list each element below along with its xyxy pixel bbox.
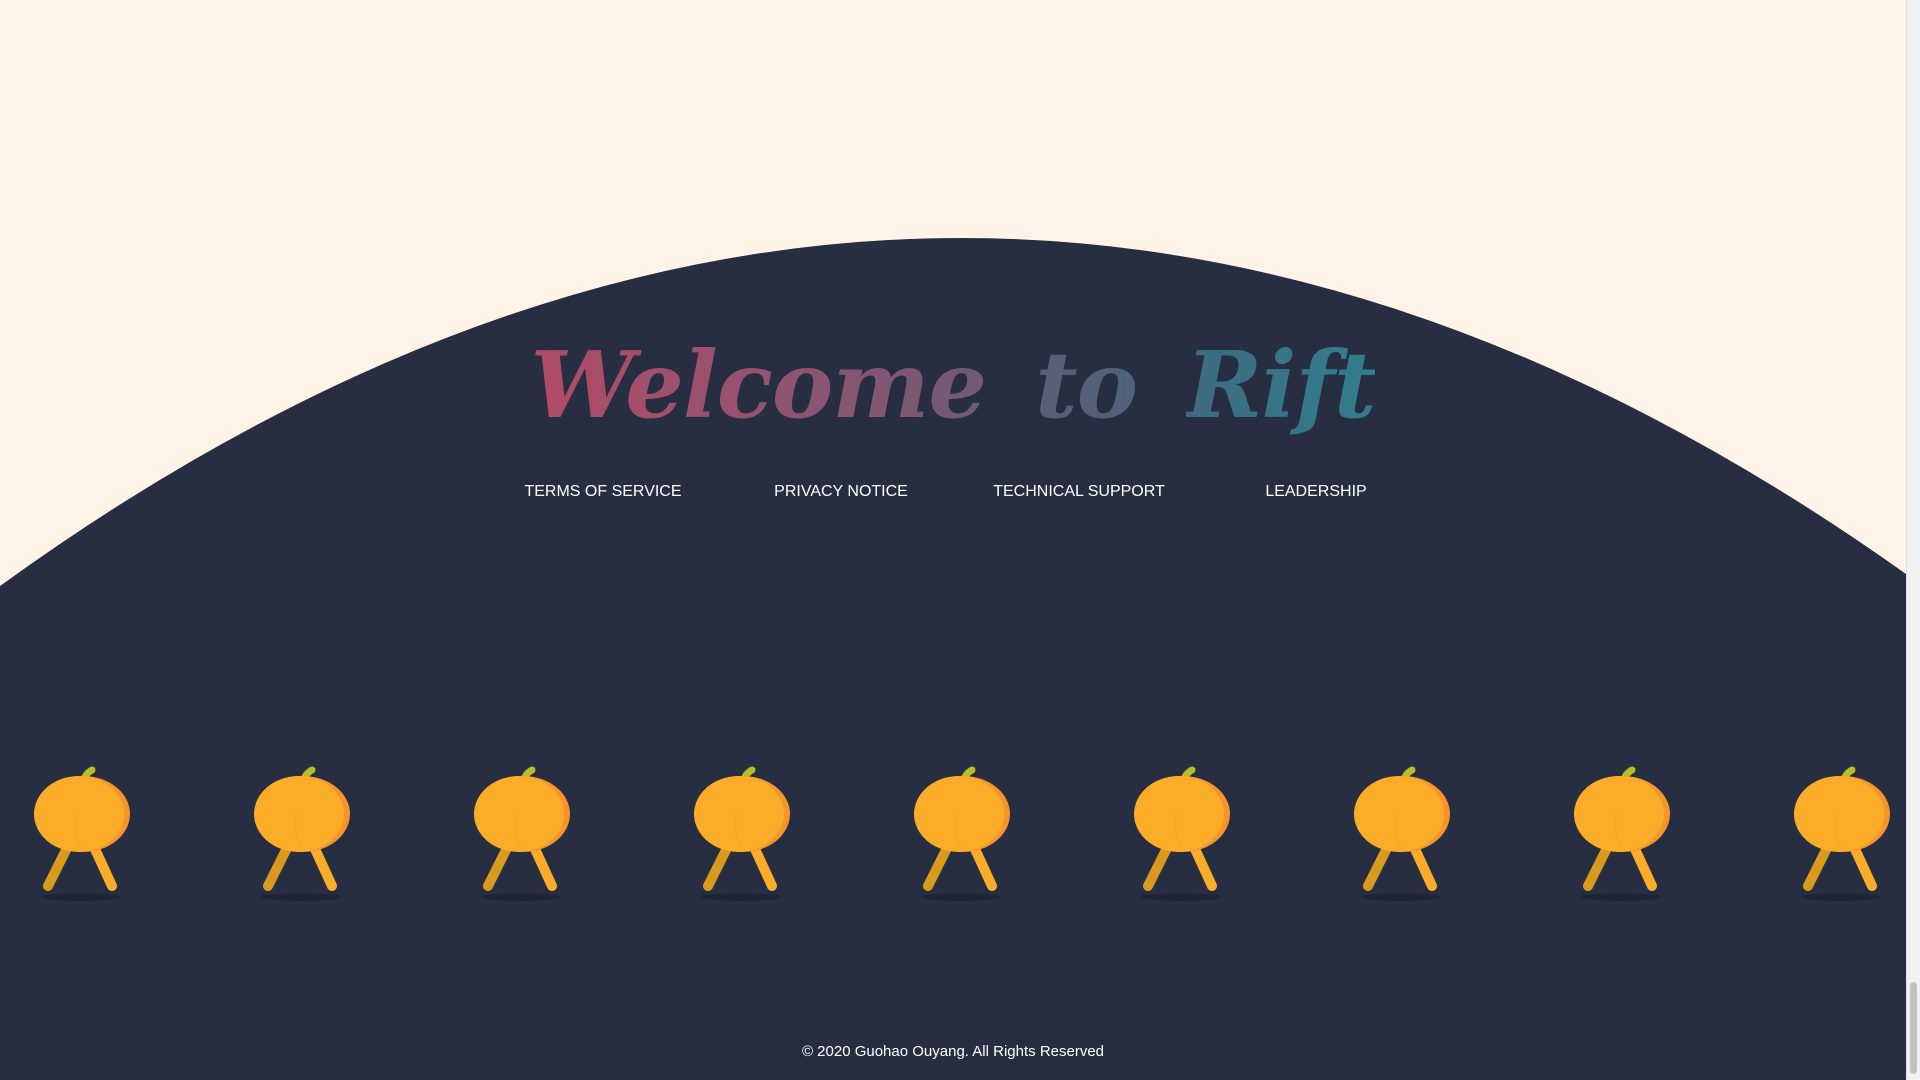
- terms-of-service-link[interactable]: TERMS OF SERVICE: [524, 483, 681, 501]
- pumpkin-icon: [466, 762, 576, 902]
- pumpkin-icon: [26, 762, 136, 902]
- leadership-link[interactable]: LEADERSHIP: [1265, 483, 1366, 501]
- pumpkin-row: [0, 762, 1906, 902]
- scrollbar-thumb[interactable]: [1910, 982, 1917, 1074]
- pumpkin-icon: [1346, 762, 1456, 902]
- pumpkin-icon: [1126, 762, 1236, 902]
- copyright-text: © 2020 Guohao Ouyang. All Rights Reserve…: [801, 1043, 1105, 1060]
- title-word-rift: Rift: [1186, 331, 1376, 439]
- technical-support-link[interactable]: TECHNICAL SUPPORT: [993, 483, 1165, 501]
- vertical-scrollbar[interactable]: [1906, 0, 1920, 1080]
- title-word-welcome: Welcome: [530, 331, 988, 439]
- pumpkin-icon: [1786, 762, 1896, 902]
- pumpkin-icon: [1566, 762, 1676, 902]
- title-word-to: to: [1035, 331, 1138, 439]
- pumpkin-icon: [906, 762, 1016, 902]
- pumpkin-icon: [246, 762, 356, 902]
- page: Welcome to Rift TERMS OF SERVICE PRIVACY…: [0, 0, 1920, 1080]
- footer-nav: TERMS OF SERVICE PRIVACY NOTICE TECHNICA…: [0, 483, 1906, 503]
- footer-dome-background: [0, 237, 1906, 1080]
- privacy-notice-link[interactable]: PRIVACY NOTICE: [774, 483, 908, 501]
- welcome-title: Welcome to Rift: [0, 330, 1906, 440]
- pumpkin-icon: [686, 762, 796, 902]
